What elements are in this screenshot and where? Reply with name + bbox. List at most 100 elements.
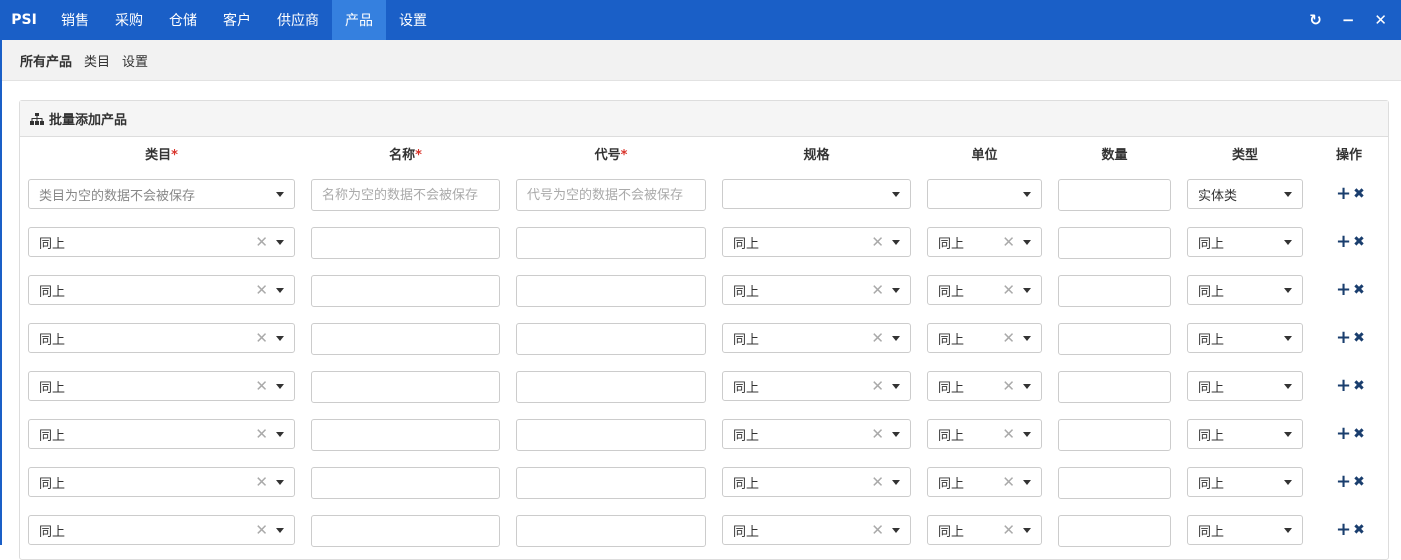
clear-icon[interactable]: ✕ (255, 377, 268, 395)
add-row-icon[interactable]: + (1336, 473, 1351, 491)
remove-row-icon[interactable]: ✖ (1353, 523, 1365, 537)
unit-select[interactable]: 同上 ✕ (927, 515, 1042, 545)
spec-select[interactable]: 同上 ✕ (722, 323, 911, 353)
clear-icon[interactable]: ✕ (1002, 233, 1015, 251)
nav-item-2[interactable]: 仓储 (156, 0, 210, 40)
nav-item-0[interactable]: 销售 (48, 0, 102, 40)
type-select[interactable]: 同上 (1187, 323, 1303, 353)
clear-icon[interactable]: ✕ (1002, 377, 1015, 395)
name-input[interactable] (311, 371, 500, 403)
type-select[interactable]: 同上 (1187, 467, 1303, 497)
code-input[interactable] (516, 275, 706, 307)
code-input[interactable] (516, 371, 706, 403)
clear-icon[interactable]: ✕ (255, 425, 268, 443)
code-input[interactable] (516, 227, 706, 259)
spec-select[interactable]: 同上 ✕ (722, 419, 911, 449)
type-select[interactable]: 同上 (1187, 515, 1303, 545)
name-input[interactable] (311, 275, 500, 307)
name-input[interactable] (311, 323, 500, 355)
app-brand[interactable]: PSI (0, 0, 48, 40)
remove-row-icon[interactable]: ✖ (1353, 379, 1365, 393)
name-input[interactable] (311, 179, 500, 211)
nav-item-1[interactable]: 采购 (102, 0, 156, 40)
refresh-icon[interactable]: ↻ (1309, 11, 1322, 29)
quantity-input[interactable] (1058, 371, 1171, 403)
clear-icon[interactable]: ✕ (1002, 473, 1015, 491)
category-select[interactable]: 类目为空的数据不会被保存 (28, 179, 295, 209)
quantity-input[interactable] (1058, 275, 1171, 307)
spec-select[interactable]: 同上 ✕ (722, 227, 911, 257)
type-select[interactable]: 实体类 (1187, 179, 1303, 209)
clear-icon[interactable]: ✕ (1002, 425, 1015, 443)
clear-icon[interactable]: ✕ (871, 473, 884, 491)
clear-icon[interactable]: ✕ (1002, 521, 1015, 539)
clear-icon[interactable]: ✕ (871, 329, 884, 347)
category-select[interactable]: 同上 ✕ (28, 323, 295, 353)
add-row-icon[interactable]: + (1336, 329, 1351, 347)
spec-select[interactable]: 同上 ✕ (722, 371, 911, 401)
remove-row-icon[interactable]: ✖ (1353, 187, 1365, 201)
subnav-item-0[interactable]: 所有产品 (20, 51, 72, 70)
subnav-item-1[interactable]: 类目 (84, 51, 110, 70)
add-row-icon[interactable]: + (1336, 425, 1351, 443)
clear-icon[interactable]: ✕ (871, 521, 884, 539)
code-input[interactable] (516, 419, 706, 451)
category-select[interactable]: 同上 ✕ (28, 227, 295, 257)
code-input[interactable] (516, 515, 706, 547)
quantity-input[interactable] (1058, 323, 1171, 355)
spec-select[interactable]: 同上 ✕ (722, 515, 911, 545)
code-input[interactable] (516, 323, 706, 355)
type-select[interactable]: 同上 (1187, 227, 1303, 257)
nav-item-3[interactable]: 客户 (210, 0, 264, 40)
name-input[interactable] (311, 515, 500, 547)
clear-icon[interactable]: ✕ (255, 281, 268, 299)
add-row-icon[interactable]: + (1336, 521, 1351, 539)
name-input[interactable] (311, 467, 500, 499)
quantity-input[interactable] (1058, 227, 1171, 259)
subnav-item-2[interactable]: 设置 (122, 51, 148, 70)
clear-icon[interactable]: ✕ (1002, 329, 1015, 347)
code-input[interactable] (516, 179, 706, 211)
add-row-icon[interactable]: + (1336, 185, 1351, 203)
nav-item-4[interactable]: 供应商 (264, 0, 332, 40)
category-select[interactable]: 同上 ✕ (28, 419, 295, 449)
name-input[interactable] (311, 419, 500, 451)
remove-row-icon[interactable]: ✖ (1353, 475, 1365, 489)
unit-select[interactable]: 同上 ✕ (927, 323, 1042, 353)
type-select[interactable]: 同上 (1187, 275, 1303, 305)
clear-icon[interactable]: ✕ (255, 521, 268, 539)
type-select[interactable]: 同上 (1187, 419, 1303, 449)
clear-icon[interactable]: ✕ (871, 233, 884, 251)
category-select[interactable]: 同上 ✕ (28, 275, 295, 305)
unit-select[interactable] (927, 179, 1042, 209)
clear-icon[interactable]: ✕ (1002, 281, 1015, 299)
type-select[interactable]: 同上 (1187, 371, 1303, 401)
quantity-input[interactable] (1058, 467, 1171, 499)
nav-item-5[interactable]: 产品 (332, 0, 386, 40)
add-row-icon[interactable]: + (1336, 377, 1351, 395)
clear-icon[interactable]: ✕ (255, 473, 268, 491)
add-row-icon[interactable]: + (1336, 233, 1351, 251)
quantity-input[interactable] (1058, 419, 1171, 451)
remove-row-icon[interactable]: ✖ (1353, 427, 1365, 441)
nav-item-6[interactable]: 设置 (386, 0, 440, 40)
remove-row-icon[interactable]: ✖ (1353, 331, 1365, 345)
clear-icon[interactable]: ✕ (255, 329, 268, 347)
remove-row-icon[interactable]: ✖ (1353, 235, 1365, 249)
clear-icon[interactable]: ✕ (255, 233, 268, 251)
clear-icon[interactable]: ✕ (871, 425, 884, 443)
unit-select[interactable]: 同上 ✕ (927, 467, 1042, 497)
remove-row-icon[interactable]: ✖ (1353, 283, 1365, 297)
add-row-icon[interactable]: + (1336, 281, 1351, 299)
spec-select[interactable]: 同上 ✕ (722, 275, 911, 305)
spec-select[interactable] (722, 179, 911, 209)
unit-select[interactable]: 同上 ✕ (927, 371, 1042, 401)
category-select[interactable]: 同上 ✕ (28, 371, 295, 401)
code-input[interactable] (516, 467, 706, 499)
clear-icon[interactable]: ✕ (871, 281, 884, 299)
clear-icon[interactable]: ✕ (871, 377, 884, 395)
unit-select[interactable]: 同上 ✕ (927, 275, 1042, 305)
unit-select[interactable]: 同上 ✕ (927, 227, 1042, 257)
name-input[interactable] (311, 227, 500, 259)
category-select[interactable]: 同上 ✕ (28, 467, 295, 497)
